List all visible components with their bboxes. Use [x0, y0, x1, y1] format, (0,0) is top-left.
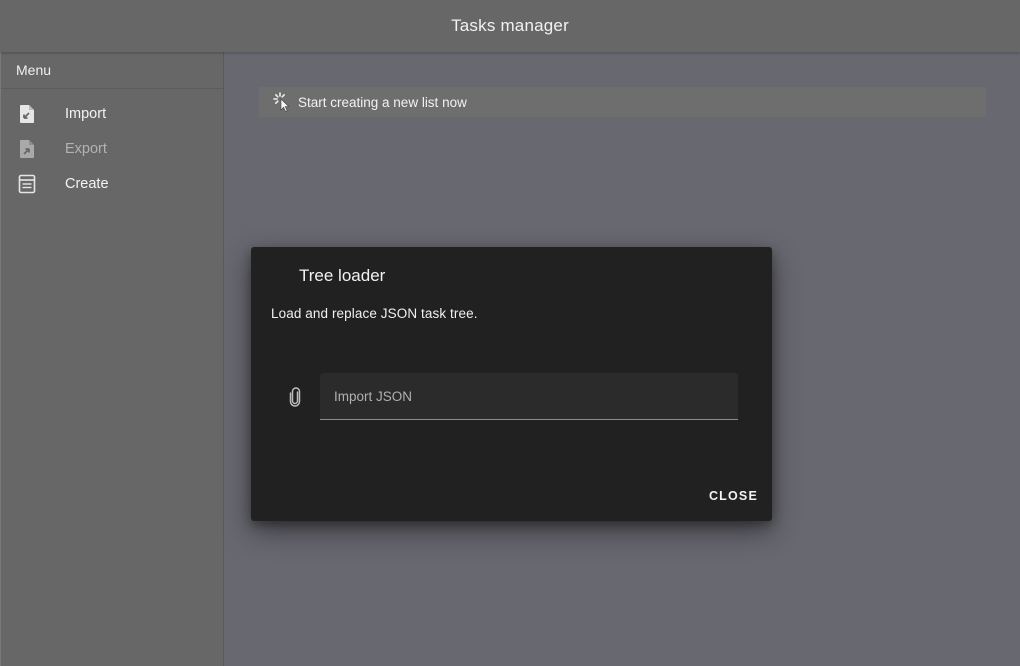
- sidebar-item-label: Export: [65, 140, 107, 157]
- tree-loader-dialog: Tree loader Load and replace JSON task t…: [251, 247, 772, 521]
- import-json-file-input[interactable]: Import JSON: [320, 373, 738, 420]
- dialog-description: Load and replace JSON task tree.: [271, 306, 478, 321]
- app-bar: Tasks manager: [0, 0, 1020, 52]
- file-import-icon: [17, 104, 37, 124]
- menu-header: Menu: [1, 52, 223, 89]
- list-create-icon: [17, 174, 37, 194]
- app-title: Tasks manager: [451, 16, 569, 35]
- dialog-title: Tree loader: [299, 266, 386, 285]
- file-export-icon: [17, 139, 37, 159]
- banner-text: Start creating a new list now: [298, 94, 467, 110]
- menu-list: Import Export Create: [1, 89, 223, 201]
- paperclip-icon[interactable]: [285, 386, 305, 408]
- start-new-list-banner[interactable]: Start creating a new list now: [259, 87, 986, 117]
- cursor-click-icon: [273, 92, 293, 112]
- import-json-placeholder: Import JSON: [334, 389, 413, 404]
- sidebar: Menu Import Export Create: [0, 52, 224, 666]
- sidebar-item-import[interactable]: Import: [1, 96, 223, 131]
- sidebar-item-create[interactable]: Create: [1, 166, 223, 201]
- sidebar-item-label: Import: [65, 105, 107, 122]
- sidebar-item-export[interactable]: Export: [1, 131, 223, 166]
- sidebar-item-label: Create: [65, 175, 109, 192]
- close-button[interactable]: CLOSE: [703, 485, 764, 507]
